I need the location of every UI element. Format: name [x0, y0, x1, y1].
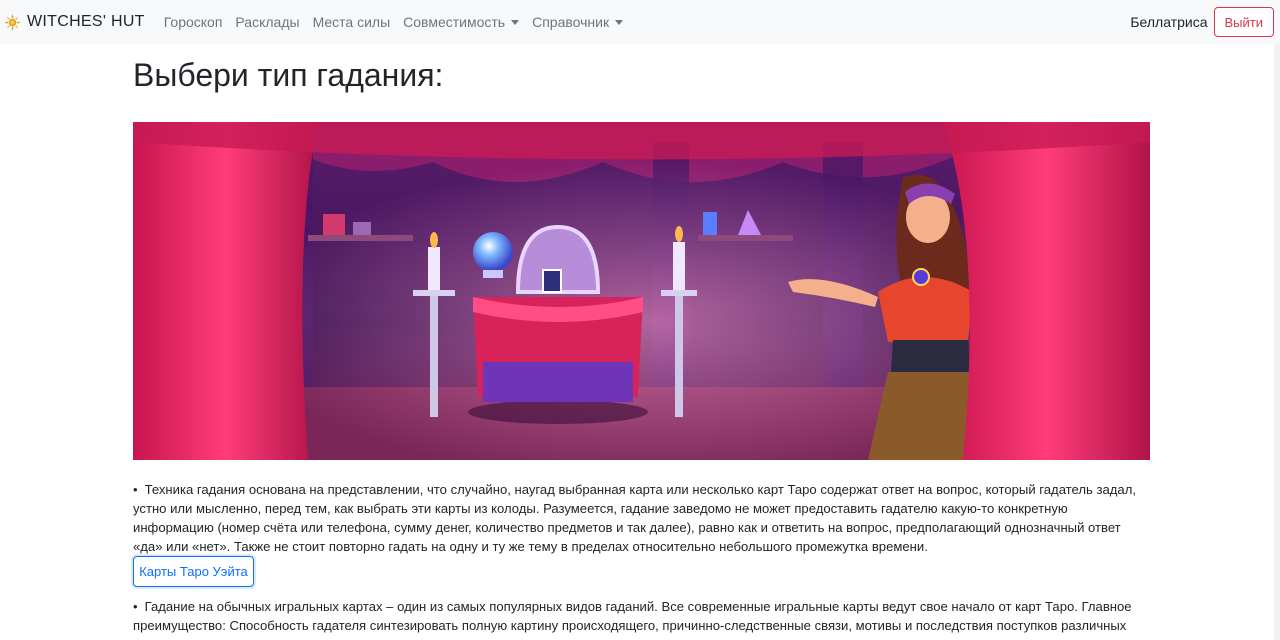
nav-horoscope[interactable]: Гороскоп	[164, 14, 223, 30]
nav-compatibility-dropdown[interactable]: Совместимость	[403, 14, 520, 30]
nav-places-label: Места силы	[312, 14, 391, 30]
bullet: •	[133, 599, 138, 614]
username: Беллатриса	[1130, 14, 1208, 30]
nav-compatibility-label: Совместимость	[403, 14, 506, 30]
brand-link[interactable]: WITCHES' HUT	[4, 0, 145, 44]
nav-reference-label: Справочник	[532, 14, 610, 30]
page-scrollbar[interactable]	[1274, 44, 1280, 640]
sun-icon	[4, 13, 21, 31]
caret-down-icon	[511, 19, 520, 25]
nav-spreads[interactable]: Расклады	[235, 14, 299, 30]
user-area: Беллатриса Выйти	[1130, 0, 1274, 44]
list-item: • Гадание на обычных игральных картах – о…	[133, 597, 1150, 635]
logout-button[interactable]: Выйти	[1213, 7, 1274, 37]
nav-reference-dropdown[interactable]: Справочник	[532, 14, 624, 30]
fortune-teller-banner-image	[133, 122, 1150, 460]
list-item: • Техника гадания основана на представлен…	[133, 480, 1150, 556]
tarot-waite-button[interactable]: Карты Таро Уэйта	[133, 556, 254, 587]
caret-down-icon	[615, 19, 624, 25]
navbar: WITCHES' HUT Гороскоп Расклады Места сил…	[0, 0, 1280, 44]
section-text: Техника гадания основана на представлени…	[133, 482, 1136, 554]
section-text: Гадание на обычных игральных картах – од…	[133, 599, 1132, 633]
brand-name: WITCHES' HUT	[27, 13, 145, 30]
page-title: Выбери тип гадания:	[133, 57, 444, 93]
nav-horoscope-label: Гороскоп	[163, 14, 223, 30]
bullet: •	[133, 482, 138, 497]
nav-spreads-label: Расклады	[235, 14, 300, 30]
main-nav: Гороскоп Расклады Места силы Совместимос…	[164, 0, 636, 44]
nav-places-of-power[interactable]: Места силы	[313, 14, 391, 30]
